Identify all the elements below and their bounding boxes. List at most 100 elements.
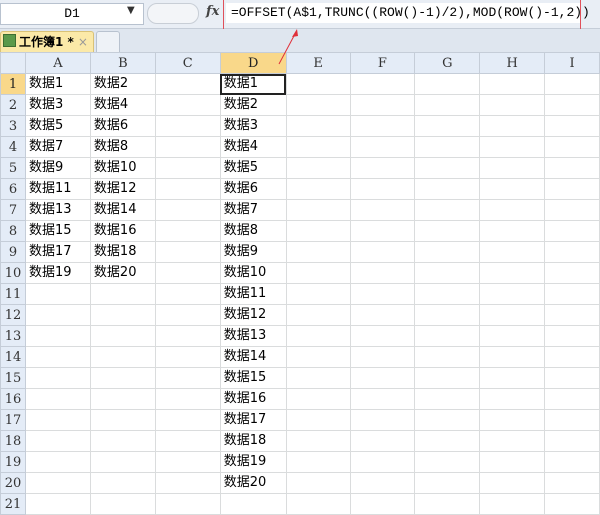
cell-E6[interactable] [285,178,351,200]
row-header-6[interactable]: 6 [0,178,26,200]
cell-I17[interactable] [544,409,600,431]
cell-G10[interactable] [414,262,481,284]
cell-B6[interactable]: 数据12 [89,178,156,200]
cell-D1[interactable]: 数据1 [219,73,287,95]
cell-H18[interactable] [479,430,546,452]
row-header-7[interactable]: 7 [0,199,26,221]
function-icon[interactable]: fx [206,4,219,19]
row-header-15[interactable]: 15 [0,367,26,389]
cell-G8[interactable] [414,220,481,242]
cell-C11[interactable] [154,283,221,305]
cell-E9[interactable] [285,241,351,263]
cell-H19[interactable] [479,451,546,473]
column-header-H[interactable]: H [479,52,546,74]
cell-I9[interactable] [544,241,600,263]
cell-G19[interactable] [414,451,481,473]
cell-B11[interactable] [89,283,156,305]
cell-F11[interactable] [349,283,416,305]
cell-A8[interactable]: 数据15 [24,220,91,242]
cell-B7[interactable]: 数据14 [89,199,156,221]
cell-H10[interactable] [479,262,546,284]
cell-B17[interactable] [89,409,156,431]
cell-H16[interactable] [479,388,546,410]
cell-G20[interactable] [414,472,481,494]
row-header-14[interactable]: 14 [0,346,26,368]
cell-I21[interactable] [544,493,600,515]
cell-G9[interactable] [414,241,481,263]
select-all-corner[interactable] [0,52,26,74]
cell-H15[interactable] [479,367,546,389]
cell-H21[interactable] [479,493,546,515]
cell-F7[interactable] [349,199,416,221]
cell-F2[interactable] [349,94,416,116]
cell-C3[interactable] [154,115,221,137]
cell-G7[interactable] [414,199,481,221]
cell-A1[interactable]: 数据1 [24,73,91,95]
cell-F9[interactable] [349,241,416,263]
cell-G17[interactable] [414,409,481,431]
row-header-18[interactable]: 18 [0,430,26,452]
cell-C14[interactable] [154,346,221,368]
cell-H12[interactable] [479,304,546,326]
cell-B1[interactable]: 数据2 [89,73,156,95]
cell-I12[interactable] [544,304,600,326]
column-header-E[interactable]: E [285,52,351,74]
cell-F14[interactable] [349,346,416,368]
row-header-9[interactable]: 9 [0,241,26,263]
cell-F19[interactable] [349,451,416,473]
cell-H9[interactable] [479,241,546,263]
cell-F8[interactable] [349,220,416,242]
cell-E20[interactable] [285,472,351,494]
cell-F6[interactable] [349,178,416,200]
cell-C2[interactable] [154,94,221,116]
cell-D9[interactable]: 数据9 [219,241,287,263]
cell-C12[interactable] [154,304,221,326]
cell-I14[interactable] [544,346,600,368]
cell-F1[interactable] [349,73,416,95]
cell-C9[interactable] [154,241,221,263]
cell-D12[interactable]: 数据12 [219,304,287,326]
row-header-2[interactable]: 2 [0,94,26,116]
cell-I10[interactable] [544,262,600,284]
cell-B14[interactable] [89,346,156,368]
cell-E12[interactable] [285,304,351,326]
cell-F5[interactable] [349,157,416,179]
cell-G5[interactable] [414,157,481,179]
cell-D3[interactable]: 数据3 [219,115,287,137]
cell-C1[interactable] [154,73,221,95]
cell-I11[interactable] [544,283,600,305]
name-box[interactable]: D1 [0,3,144,25]
cell-H11[interactable] [479,283,546,305]
cell-E1[interactable] [285,73,351,95]
cell-D20[interactable]: 数据20 [219,472,287,494]
cell-C7[interactable] [154,199,221,221]
column-header-D[interactable]: D [219,52,287,74]
cell-C10[interactable] [154,262,221,284]
cell-B4[interactable]: 数据8 [89,136,156,158]
cell-H14[interactable] [479,346,546,368]
cell-B2[interactable]: 数据4 [89,94,156,116]
cell-F21[interactable] [349,493,416,515]
cell-F17[interactable] [349,409,416,431]
cell-A18[interactable] [24,430,91,452]
cell-H3[interactable] [479,115,546,137]
cell-E11[interactable] [285,283,351,305]
cell-D8[interactable]: 数据8 [219,220,287,242]
cell-G16[interactable] [414,388,481,410]
cell-F10[interactable] [349,262,416,284]
cell-I15[interactable] [544,367,600,389]
row-header-20[interactable]: 20 [0,472,26,494]
column-header-I[interactable]: I [544,52,600,74]
cell-D6[interactable]: 数据6 [219,178,287,200]
cell-D13[interactable]: 数据13 [219,325,287,347]
cell-C21[interactable] [154,493,221,515]
cell-G2[interactable] [414,94,481,116]
cell-A17[interactable] [24,409,91,431]
cell-E7[interactable] [285,199,351,221]
cell-I13[interactable] [544,325,600,347]
cell-G3[interactable] [414,115,481,137]
cell-I1[interactable] [544,73,600,95]
column-header-G[interactable]: G [414,52,481,74]
cell-A11[interactable] [24,283,91,305]
cell-D7[interactable]: 数据7 [219,199,287,221]
